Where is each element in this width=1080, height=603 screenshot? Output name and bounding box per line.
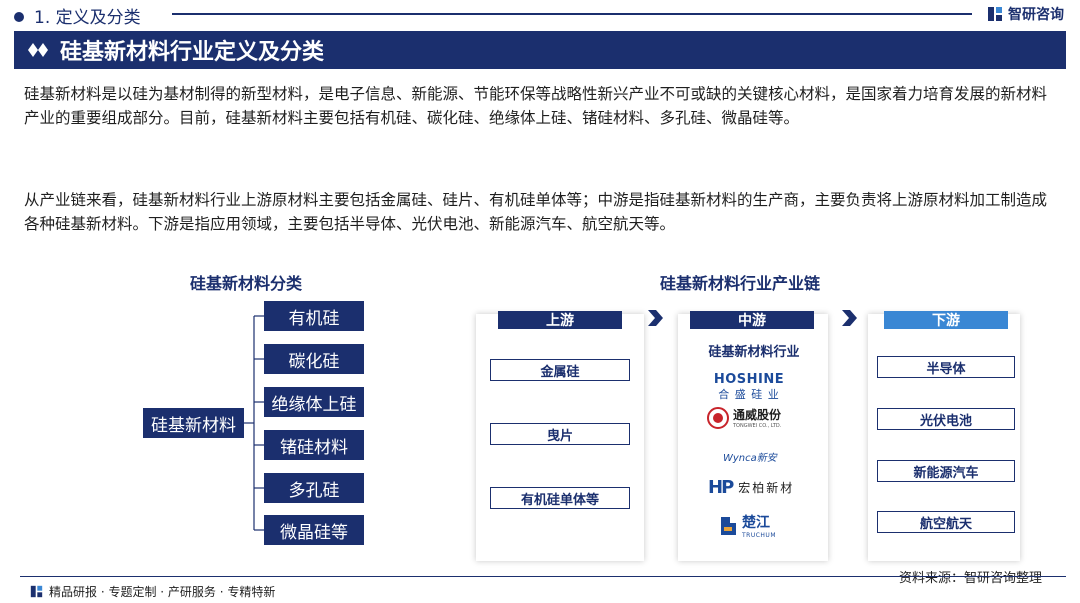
footer-services: 精品研报 · 专题定制 · 产研服务 · 专精特新 [30,583,275,600]
class-item: 多孔硅 [264,473,364,503]
hoshine-logo: HOSHINE 合 盛 硅 业 [708,372,790,402]
footer-services-text: 精品研报 · 专题定制 · 产研服务 · 专精特新 [49,585,276,599]
downstream-item: 新能源汽车 [877,460,1015,482]
hoshine-name: HOSHINE [713,372,785,387]
upstream-item: 有机硅单体等 [490,487,630,509]
hongbai-mark: HP [708,477,734,498]
downstream-item: 光伏电池 [877,408,1015,430]
truchum-cn-name: 楚江 [742,515,770,531]
tongwei-emblem-icon [707,406,729,429]
upstream-item: 曳片 [490,423,630,445]
chain-title: 硅基新材料行业产业链 [660,274,821,293]
truchum-en-name: TRUCHUM [742,532,776,539]
brand-icon [988,7,1002,21]
tongwei-cn-name: 通威股份 [733,408,782,422]
downstream-item: 航空航天 [877,511,1015,533]
hoshine-cn-name: 合 盛 硅 业 [718,388,780,401]
classification-root: 硅基新材料 [143,408,244,438]
class-item: 锗硅材料 [264,430,364,460]
truchum-emblem-icon [721,516,736,535]
class-item: 碳化硅 [264,344,364,374]
upstream-item: 金属硅 [490,359,630,381]
class-item: 有机硅 [264,301,364,331]
wynca-logo: Wynca新安 [723,453,777,464]
class-item: 微晶硅等 [264,515,364,545]
chevron-right-icon [842,310,857,326]
downstream-header: 下游 [884,311,1008,329]
truchum-logo: 楚江 TRUCHUM [718,512,776,539]
brand-name: 智研咨询 [1008,7,1064,23]
tongwei-en-name: TONGWEI CO., LTD. [733,423,782,429]
footer-divider [20,576,1066,577]
downstream-item: 半导体 [877,356,1015,378]
chevron-right-icon [648,310,663,326]
class-item: 绝缘体上硅 [264,387,364,417]
midstream-industry-label: 硅基新材料行业 [708,345,800,360]
tongwei-logo: 通威股份 TONGWEI CO., LTD. [707,406,781,429]
brand-logo: 智研咨询 [987,4,1064,24]
midstream-header: 中游 [690,311,814,329]
hongbai-logo: HP 宏柏新材 [708,477,794,498]
brand-icon [30,585,43,598]
upstream-header: 上游 [498,311,622,329]
hongbai-cn-name: 宏柏新材 [738,481,795,495]
